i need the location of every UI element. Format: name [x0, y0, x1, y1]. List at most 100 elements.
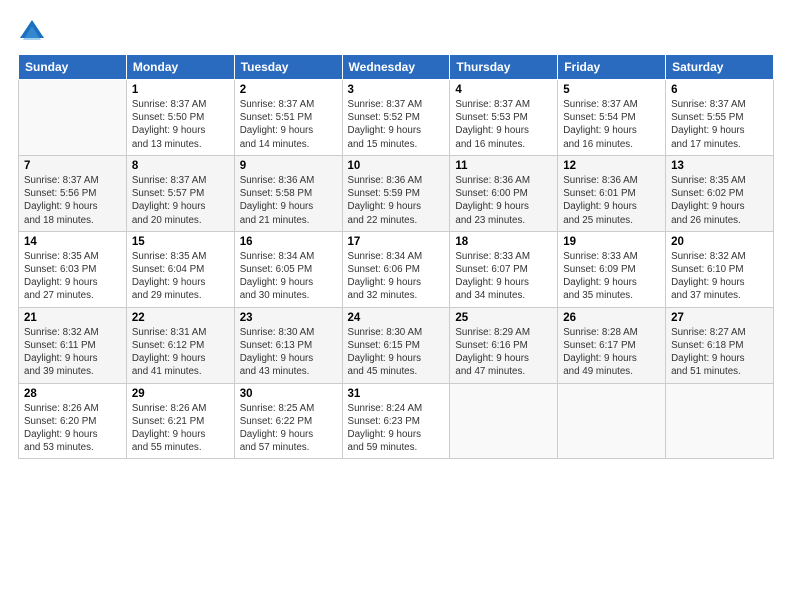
weekday-header-friday: Friday [558, 55, 666, 80]
day-info: Sunrise: 8:30 AM Sunset: 6:15 PM Dayligh… [348, 326, 445, 379]
day-number: 10 [348, 160, 445, 172]
calendar-cell: 7Sunrise: 8:37 AM Sunset: 5:56 PM Daylig… [19, 155, 127, 231]
calendar-cell: 18 Sunrise: 8:33 AM Sunset: 6:07 PM Dayli… [450, 231, 558, 307]
day-number: 16 [240, 236, 337, 248]
day-number: 29 [132, 388, 229, 400]
day-number: 26 [563, 312, 660, 324]
calendar-cell: 8 Sunrise: 8:37 AM Sunset: 5:57 PM Daylig… [126, 155, 234, 231]
day-number: 19 [563, 236, 660, 248]
calendar-cell: 30Sunrise: 8:25 AM Sunset: 6:22 PM Dayli… [234, 383, 342, 459]
day-info: Sunrise: 8:26 AM Sunset: 6:21 PM Dayligh… [132, 402, 229, 455]
week-row-4: 21Sunrise: 8:32 AM Sunset: 6:11 PM Dayli… [19, 307, 774, 383]
weekday-header-monday: Monday [126, 55, 234, 80]
day-info: Sunrise: 8:33 AM Sunset: 6:09 PM Dayligh… [563, 250, 660, 303]
weekday-header-sunday: Sunday [19, 55, 127, 80]
weekday-header-saturday: Saturday [666, 55, 774, 80]
day-info: Sunrise: 8:29 AM Sunset: 6:16 PM Dayligh… [455, 326, 552, 379]
calendar-cell: 5 Sunrise: 8:37 AM Sunset: 5:54 PM Daylig… [558, 80, 666, 156]
day-info: Sunrise: 8:30 AM Sunset: 6:13 PM Dayligh… [240, 326, 337, 379]
day-number: 18 [455, 236, 552, 248]
weekday-header-tuesday: Tuesday [234, 55, 342, 80]
weekday-header-wednesday: Wednesday [342, 55, 450, 80]
day-number: 12 [563, 160, 660, 172]
calendar-cell: 13Sunrise: 8:35 AM Sunset: 6:02 PM Dayli… [666, 155, 774, 231]
day-number: 2 [240, 84, 337, 96]
day-info: Sunrise: 8:35 AM Sunset: 6:02 PM Dayligh… [671, 174, 768, 227]
weekday-header-thursday: Thursday [450, 55, 558, 80]
day-info: Sunrise: 8:36 AM Sunset: 6:00 PM Dayligh… [455, 174, 552, 227]
calendar-cell [666, 383, 774, 459]
day-number: 20 [671, 236, 768, 248]
calendar-cell: 29 Sunrise: 8:26 AM Sunset: 6:21 PM Dayli… [126, 383, 234, 459]
day-info: Sunrise: 8:37 AM Sunset: 5:57 PM Dayligh… [132, 174, 229, 227]
day-info: Sunrise: 8:28 AM Sunset: 6:17 PM Dayligh… [563, 326, 660, 379]
day-info: Sunrise: 8:37 AM Sunset: 5:50 PM Dayligh… [132, 98, 229, 151]
day-number: 27 [671, 312, 768, 324]
calendar-cell: 3 Sunrise: 8:37 AM Sunset: 5:52 PM Daylig… [342, 80, 450, 156]
day-info: Sunrise: 8:36 AM Sunset: 6:01 PM Dayligh… [563, 174, 660, 227]
calendar-cell: 2 Sunrise: 8:37 AM Sunset: 5:51 PM Daylig… [234, 80, 342, 156]
logo-area [18, 18, 50, 46]
calendar-cell: 4 Sunrise: 8:37 AM Sunset: 5:53 PM Daylig… [450, 80, 558, 156]
day-number: 8 [132, 160, 229, 172]
day-info: Sunrise: 8:24 AM Sunset: 6:23 PM Dayligh… [348, 402, 445, 455]
weekday-header-row: SundayMondayTuesdayWednesdayThursdayFrid… [19, 55, 774, 80]
day-info: Sunrise: 8:35 AM Sunset: 6:04 PM Dayligh… [132, 250, 229, 303]
calendar-cell: 17Sunrise: 8:34 AM Sunset: 6:06 PM Dayli… [342, 231, 450, 307]
day-number: 1 [132, 84, 229, 96]
day-number: 28 [24, 388, 121, 400]
day-info: Sunrise: 8:34 AM Sunset: 6:05 PM Dayligh… [240, 250, 337, 303]
day-info: Sunrise: 8:26 AM Sunset: 6:20 PM Dayligh… [24, 402, 121, 455]
day-number: 25 [455, 312, 552, 324]
calendar-cell [19, 80, 127, 156]
day-info: Sunrise: 8:37 AM Sunset: 5:53 PM Dayligh… [455, 98, 552, 151]
week-row-3: 14 Sunrise: 8:35 AM Sunset: 6:03 PM Dayli… [19, 231, 774, 307]
calendar-cell: 14 Sunrise: 8:35 AM Sunset: 6:03 PM Dayli… [19, 231, 127, 307]
day-info: Sunrise: 8:37 AM Sunset: 5:52 PM Dayligh… [348, 98, 445, 151]
calendar-cell: 9 Sunrise: 8:36 AM Sunset: 5:58 PM Daylig… [234, 155, 342, 231]
calendar-cell: 1 Sunrise: 8:37 AM Sunset: 5:50 PM Daylig… [126, 80, 234, 156]
calendar-table: SundayMondayTuesdayWednesdayThursdayFrid… [18, 54, 774, 459]
day-number: 22 [132, 312, 229, 324]
day-number: 14 [24, 236, 121, 248]
calendar-cell: 23Sunrise: 8:30 AM Sunset: 6:13 PM Dayli… [234, 307, 342, 383]
calendar-cell: 25 Sunrise: 8:29 AM Sunset: 6:16 PM Dayli… [450, 307, 558, 383]
day-info: Sunrise: 8:37 AM Sunset: 5:51 PM Dayligh… [240, 98, 337, 151]
calendar-cell [558, 383, 666, 459]
day-info: Sunrise: 8:37 AM Sunset: 5:55 PM Dayligh… [671, 98, 768, 151]
day-info: Sunrise: 8:36 AM Sunset: 5:59 PM Dayligh… [348, 174, 445, 227]
page: SundayMondayTuesdayWednesdayThursdayFrid… [0, 0, 792, 612]
day-number: 15 [132, 236, 229, 248]
calendar-cell: 28 Sunrise: 8:26 AM Sunset: 6:20 PM Dayli… [19, 383, 127, 459]
calendar-cell: 16 Sunrise: 8:34 AM Sunset: 6:05 PM Dayli… [234, 231, 342, 307]
day-info: Sunrise: 8:36 AM Sunset: 5:58 PM Dayligh… [240, 174, 337, 227]
calendar-cell: 26 Sunrise: 8:28 AM Sunset: 6:17 PM Dayli… [558, 307, 666, 383]
day-info: Sunrise: 8:32 AM Sunset: 6:10 PM Dayligh… [671, 250, 768, 303]
day-info: Sunrise: 8:25 AM Sunset: 6:22 PM Dayligh… [240, 402, 337, 455]
day-number: 5 [563, 84, 660, 96]
day-number: 4 [455, 84, 552, 96]
calendar-cell [450, 383, 558, 459]
calendar-cell: 31 Sunrise: 8:24 AM Sunset: 6:23 PM Dayli… [342, 383, 450, 459]
day-number: 6 [671, 84, 768, 96]
calendar-cell: 27 Sunrise: 8:27 AM Sunset: 6:18 PM Dayli… [666, 307, 774, 383]
header [18, 18, 774, 46]
calendar-cell: 21Sunrise: 8:32 AM Sunset: 6:11 PM Dayli… [19, 307, 127, 383]
calendar-cell: 12 Sunrise: 8:36 AM Sunset: 6:01 PM Dayli… [558, 155, 666, 231]
week-row-5: 28 Sunrise: 8:26 AM Sunset: 6:20 PM Dayli… [19, 383, 774, 459]
calendar-cell: 15 Sunrise: 8:35 AM Sunset: 6:04 PM Dayli… [126, 231, 234, 307]
calendar-cell: 20 Sunrise: 8:32 AM Sunset: 6:10 PM Dayli… [666, 231, 774, 307]
calendar-cell: 19 Sunrise: 8:33 AM Sunset: 6:09 PM Dayli… [558, 231, 666, 307]
day-info: Sunrise: 8:35 AM Sunset: 6:03 PM Dayligh… [24, 250, 121, 303]
day-info: Sunrise: 8:27 AM Sunset: 6:18 PM Dayligh… [671, 326, 768, 379]
day-number: 17 [348, 236, 445, 248]
day-number: 21 [24, 312, 121, 324]
day-number: 9 [240, 160, 337, 172]
day-number: 3 [348, 84, 445, 96]
day-info: Sunrise: 8:31 AM Sunset: 6:12 PM Dayligh… [132, 326, 229, 379]
logo-icon [18, 18, 46, 46]
calendar-cell: 22 Sunrise: 8:31 AM Sunset: 6:12 PM Dayli… [126, 307, 234, 383]
day-info: Sunrise: 8:33 AM Sunset: 6:07 PM Dayligh… [455, 250, 552, 303]
day-info: Sunrise: 8:37 AM Sunset: 5:54 PM Dayligh… [563, 98, 660, 151]
day-number: 31 [348, 388, 445, 400]
